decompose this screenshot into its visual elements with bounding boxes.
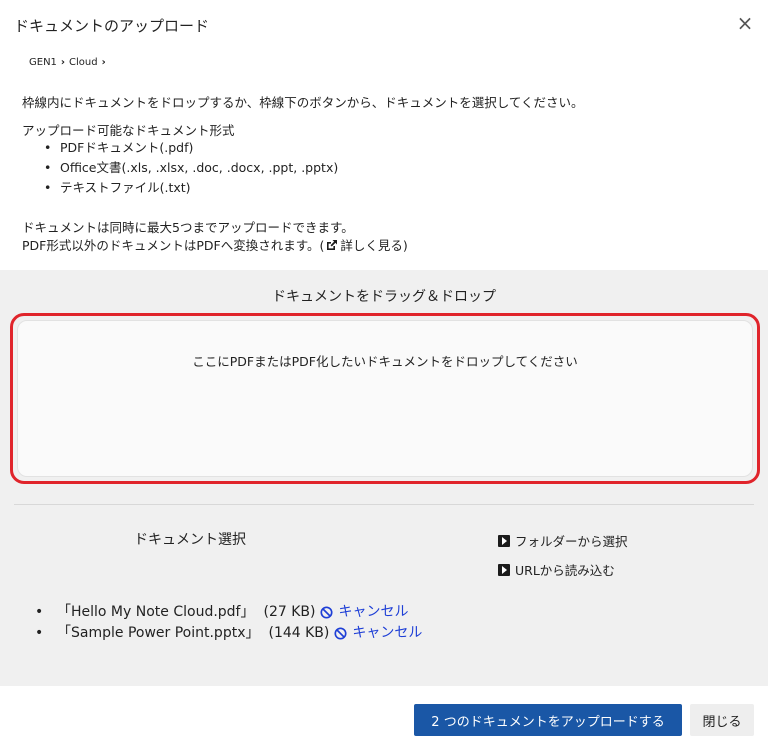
load-from-url-label: URLから読み込む [515, 563, 615, 578]
document-select-label: ドキュメント選択 [134, 532, 246, 548]
cancel-label: キャンセル [338, 604, 409, 620]
format-item-pdf: PDFドキュメント(.pdf) [44, 138, 338, 158]
file-name: 「Sample Power Point.pptx」 [57, 625, 260, 641]
close-button[interactable]: 閉じる [690, 704, 754, 736]
external-link-icon [327, 239, 338, 250]
breadcrumb-separator: › [60, 57, 66, 68]
load-from-url-link[interactable]: URLから読み込む [498, 560, 615, 579]
select-from-folder-link[interactable]: フォルダーから選択 [498, 531, 628, 550]
format-item-office: Office文書(.xls, .xlsx, .doc, .docx, .ppt,… [44, 158, 338, 178]
breadcrumb-separator: › [101, 57, 106, 68]
dialog-title: ドキュメントのアップロード [14, 17, 210, 35]
selected-file-list: 「Hello My Note Cloud.pdf」 (27 KB) キャンセル … [35, 602, 422, 644]
cancel-file-button[interactable]: キャンセル [334, 623, 422, 644]
formats-list: PDFドキュメント(.pdf) Office文書(.xls, .xlsx, .d… [44, 138, 338, 198]
format-item-text: テキストファイル(.txt) [44, 178, 338, 198]
close-icon[interactable]: × [735, 13, 755, 33]
breadcrumb: GEN1 › Cloud › [29, 57, 110, 68]
upload-limit-note: ドキュメントは同時に最大5つまでアップロードできます。 [22, 220, 354, 235]
ban-icon [334, 627, 347, 640]
file-item: 「Hello My Note Cloud.pdf」 (27 KB) キャンセル [35, 602, 422, 623]
file-size: (144 KB) [268, 625, 330, 641]
divider [14, 504, 754, 505]
file-size: (27 KB) [263, 604, 316, 620]
play-icon [498, 563, 510, 576]
cancel-label: キャンセル [352, 625, 423, 641]
file-name: 「Hello My Note Cloud.pdf」 [57, 604, 255, 620]
breadcrumb-item-gen1[interactable]: GEN1 [29, 57, 57, 68]
ban-icon [320, 606, 334, 619]
drop-zone-heading: ドキュメントをドラッグ＆ドロップ [272, 289, 496, 305]
conversion-note-text: PDF形式以外のドキュメントはPDFへ変換されます。( [22, 238, 325, 253]
cancel-file-button[interactable]: キャンセル [320, 602, 408, 623]
select-from-folder-label: フォルダーから選択 [515, 534, 628, 549]
drop-zone[interactable]: ここにPDFまたはPDF化したいドキュメントをドロップしてください [10, 313, 760, 484]
conversion-note: PDF形式以外のドキュメントはPDFへ変換されます。( 詳しく見る) [22, 235, 408, 254]
play-icon [498, 534, 510, 547]
drop-zone-area[interactable]: ここにPDFまたはPDF化したいドキュメントをドロップしてください [17, 320, 753, 477]
upload-button[interactable]: 2 つのドキュメントをアップロードする [414, 704, 682, 736]
formats-heading: アップロード可能なドキュメント形式 [22, 123, 235, 138]
instructions-text: 枠線内にドキュメントをドロップするか、枠線下のボタンから、ドキュメントを選択して… [22, 95, 584, 110]
learn-more-link[interactable]: 詳しく見る) [340, 235, 407, 254]
drop-zone-placeholder: ここにPDFまたはPDF化したいドキュメントをドロップしてください [192, 354, 578, 369]
breadcrumb-item-cloud[interactable]: Cloud [69, 57, 98, 68]
file-item: 「Sample Power Point.pptx」 (144 KB) キャンセル [35, 623, 422, 644]
